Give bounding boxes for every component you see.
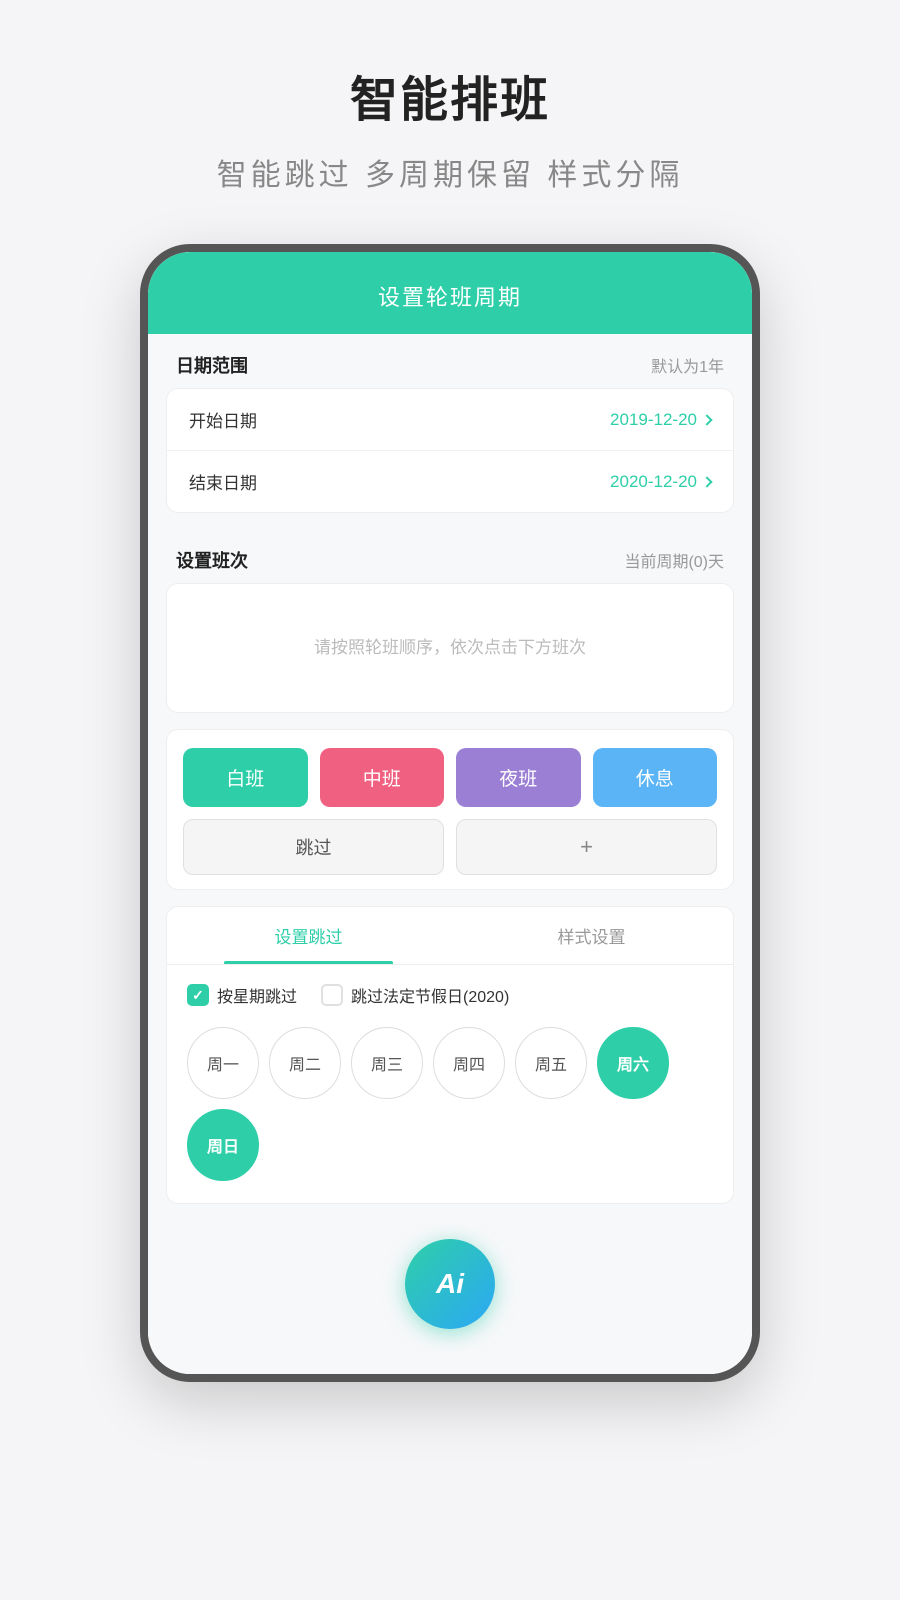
shift-section-label: 设置班次 [176,547,248,573]
phone-content: 日期范围 默认为1年 开始日期 2019-12-20 结束日期 2020-12-… [148,334,752,1374]
start-date-label: 开始日期 [189,407,257,432]
shift-btn-row-1: 白班 中班 夜班 休息 [183,748,717,807]
rest-shift-button[interactable]: 休息 [593,748,718,807]
ai-fab-area: Ai [148,1224,752,1344]
checkbox-row: ✓ 按星期跳过 跳过法定节假日(2020) [187,983,713,1007]
shift-btn-row-2: 跳过 + [183,819,717,875]
chevron-right-icon [701,476,712,487]
date-section-note: 默认为1年 [651,353,724,377]
start-date-value: 2019-12-20 [610,410,711,430]
chevron-right-icon [701,414,712,425]
shift-section-note: 当前周期(0)天 [624,548,724,572]
tab-content: ✓ 按星期跳过 跳过法定节假日(2020) 周一周二周三周四周五周六周日 [167,965,733,1203]
checkbox-weekday[interactable]: ✓ [187,984,209,1006]
phone-frame: 设置轮班周期 日期范围 默认为1年 开始日期 2019-12-20 结束日期 2… [140,244,760,1382]
checkbox-weekday-label: 按星期跳过 [217,983,297,1007]
day-button-3[interactable]: 周四 [433,1027,505,1099]
shift-buttons-card: 白班 中班 夜班 休息 跳过 + [166,729,734,890]
tab-style-settings[interactable]: 样式设置 [450,907,733,964]
mid-shift-button[interactable]: 中班 [320,748,445,807]
phone-header-title: 设置轮班周期 [378,285,522,310]
page-subtitle: 智能跳过 多周期保留 样式分隔 [217,150,684,194]
date-section-label: 日期范围 [176,352,248,378]
checkmark-icon: ✓ [192,987,204,1004]
day-button-0[interactable]: 周一 [187,1027,259,1099]
day-buttons-row: 周一周二周三周四周五周六周日 [187,1027,713,1181]
skip-button[interactable]: 跳过 [183,819,444,875]
end-date-label: 结束日期 [189,469,257,494]
shift-section-header: 设置班次 当前周期(0)天 [148,529,752,583]
add-shift-button[interactable]: + [456,819,717,875]
day-button-1[interactable]: 周二 [269,1027,341,1099]
day-button-4[interactable]: 周五 [515,1027,587,1099]
shift-empty-text: 请按照轮班顺序，依次点击下方班次 [294,614,606,681]
checkbox-item-holiday[interactable]: 跳过法定节假日(2020) [321,983,509,1007]
tab-skip-settings[interactable]: 设置跳过 [167,907,450,964]
tab-row: 设置跳过 样式设置 [167,907,733,965]
day-button-2[interactable]: 周三 [351,1027,423,1099]
end-date-row[interactable]: 结束日期 2020-12-20 [167,450,733,512]
page-title: 智能排班 [350,60,550,130]
phone-header: 设置轮班周期 [148,252,752,334]
start-date-row[interactable]: 开始日期 2019-12-20 [167,389,733,450]
day-button-6[interactable]: 周日 [187,1109,259,1181]
checkbox-item-weekday[interactable]: ✓ 按星期跳过 [187,983,297,1007]
tab-card: 设置跳过 样式设置 ✓ 按星期跳过 跳过法定节假日(2020) [166,906,734,1204]
ai-fab-label: Ai [436,1268,464,1300]
ai-fab-button[interactable]: Ai [405,1239,495,1329]
checkbox-holiday[interactable] [321,984,343,1006]
night-shift-button[interactable]: 夜班 [456,748,581,807]
shift-empty-area: 请按照轮班顺序，依次点击下方班次 [166,583,734,713]
day-button-5[interactable]: 周六 [597,1027,669,1099]
end-date-value: 2020-12-20 [610,472,711,492]
checkbox-holiday-label: 跳过法定节假日(2020) [351,983,509,1007]
white-shift-button[interactable]: 白班 [183,748,308,807]
date-card: 开始日期 2019-12-20 结束日期 2020-12-20 [166,388,734,513]
date-section-header: 日期范围 默认为1年 [148,334,752,388]
